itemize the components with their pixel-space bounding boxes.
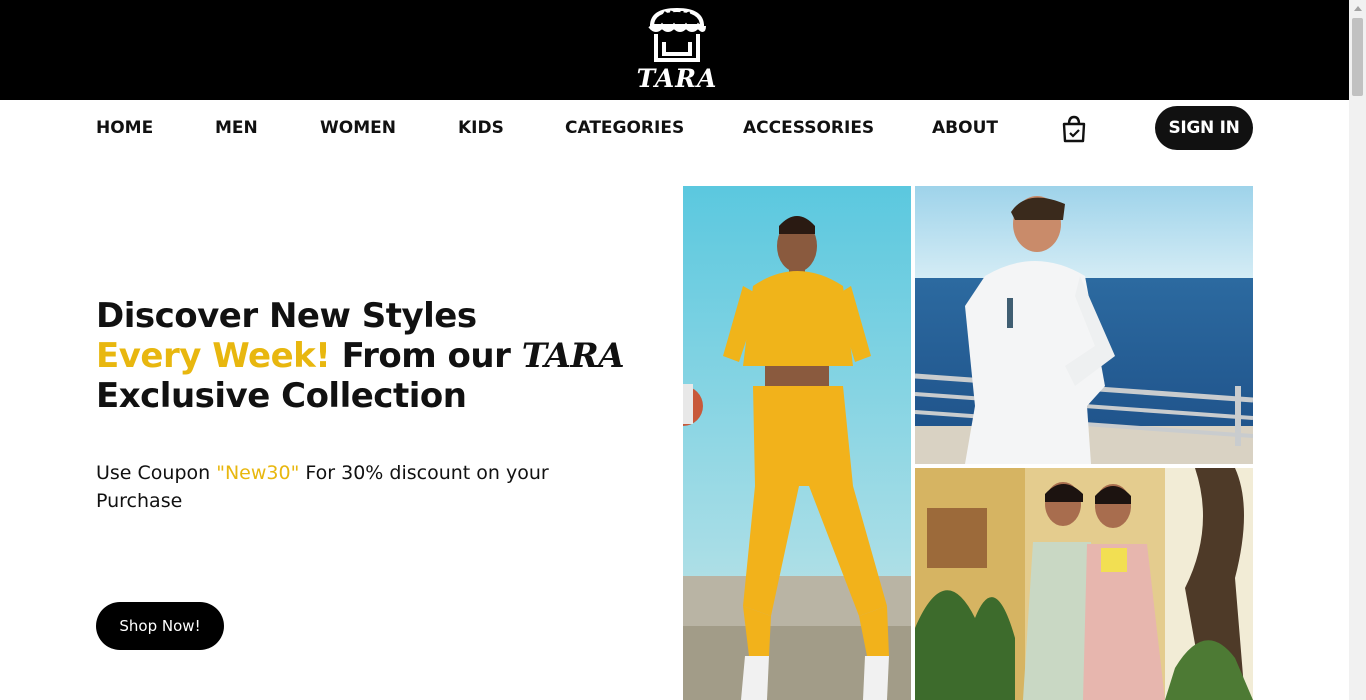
nav-item-categories[interactable]: CATEGORIES xyxy=(565,118,684,138)
hero-heading-from: From our xyxy=(330,336,522,376)
hero-heading-line-3: Exclusive Collection xyxy=(96,376,467,416)
hero-heading-line-1: Discover New Styles xyxy=(96,296,477,336)
nav-item-men[interactable]: MEN xyxy=(215,118,258,138)
hero-heading-line-2: Every Week! From our TARA xyxy=(96,336,656,376)
woman-yellow-tracksuit-photo xyxy=(683,186,911,700)
nav-item-about[interactable]: ABOUT xyxy=(932,118,998,138)
scroll-up-arrow-icon[interactable] xyxy=(1349,0,1366,17)
brand-logo[interactable]: TARA xyxy=(634,4,720,96)
vertical-scrollbar[interactable] xyxy=(1349,0,1366,700)
nav-item-home[interactable]: HOME xyxy=(96,118,153,138)
main-navigation: HOME MEN WOMEN KIDS CATEGORIES ACCESSORI… xyxy=(0,100,1349,156)
coupon-prefix: Use Coupon xyxy=(96,462,217,484)
nav-item-women[interactable]: WOMEN xyxy=(320,118,396,138)
hero-heading: Discover New Styles Every Week! From our… xyxy=(96,296,656,416)
hero-accent-text: Every Week! xyxy=(96,336,331,376)
top-header: TARA xyxy=(0,0,1349,100)
nav-item-kids[interactable]: KIDS xyxy=(458,118,504,138)
shop-now-button[interactable]: Shop Now! xyxy=(96,602,224,650)
storefront-icon xyxy=(648,7,706,62)
coupon-code: "New30" xyxy=(216,462,300,484)
nav-item-accessories[interactable]: ACCESSORIES xyxy=(743,118,874,138)
brand-logo-text: TARA xyxy=(636,64,718,93)
coupon-text: Use Coupon "New30" For 30% discount on y… xyxy=(96,459,586,515)
sign-in-button[interactable]: SIGN IN xyxy=(1155,106,1253,150)
women-sarees-photo xyxy=(915,468,1253,700)
scrollbar-thumb[interactable] xyxy=(1352,18,1363,96)
man-white-shirt-sea-photo xyxy=(915,186,1253,464)
hero-brand-name: TARA xyxy=(521,336,625,376)
shopping-bag-icon[interactable] xyxy=(1060,114,1088,144)
